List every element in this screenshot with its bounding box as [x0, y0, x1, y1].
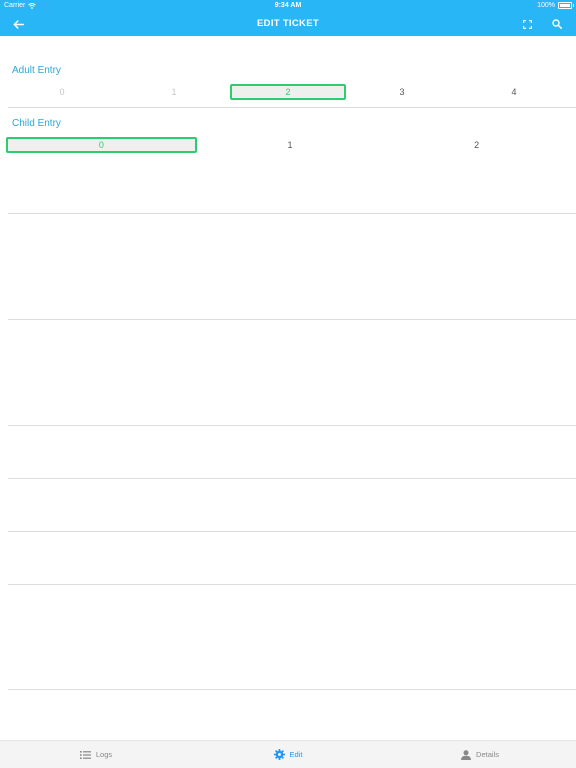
child-entry-option-1[interactable]: 1 [197, 137, 384, 153]
person-icon [461, 749, 472, 760]
battery-group: 100% [537, 2, 574, 9]
search-icon [552, 19, 562, 29]
child-entry-option-0[interactable]: 0 [6, 137, 197, 153]
tab-details[interactable]: Details [384, 741, 576, 768]
tab-edit[interactable]: Edit [192, 741, 384, 768]
adult-entry-option-0[interactable]: 0 [6, 84, 118, 100]
child-entry-label: Child Entry [12, 118, 61, 129]
fullscreen-button[interactable] [518, 15, 536, 33]
status-time: 9:34 AM [274, 2, 302, 9]
list-icon [79, 750, 91, 759]
divider [8, 478, 576, 479]
fullscreen-icon [522, 19, 532, 29]
divider [8, 213, 576, 214]
divider [8, 584, 576, 585]
adult-entry-label: Adult Entry [12, 65, 61, 76]
battery-percent: 100% [537, 2, 555, 9]
page-title: EDIT TICKET [257, 18, 319, 29]
status-bar: Carrier 9:34 AM 100% [0, 0, 576, 12]
tab-edit-label: Edit [289, 750, 303, 759]
tab-logs-label: Logs [95, 750, 113, 759]
tab-bar: Logs Edit Details [0, 740, 576, 768]
gear-icon [273, 749, 285, 760]
adult-entry-option-1[interactable]: 1 [118, 84, 230, 100]
adult-entry-option-2[interactable]: 2 [230, 84, 346, 100]
divider [8, 319, 576, 320]
adult-entry-option-4[interactable]: 4 [458, 84, 570, 100]
divider [8, 689, 576, 690]
battery-icon [558, 2, 574, 9]
divider [8, 107, 576, 108]
adult-entry-option-3[interactable]: 3 [346, 84, 458, 100]
search-button[interactable] [548, 15, 566, 33]
divider [8, 531, 576, 532]
divider [8, 425, 576, 426]
adult-entry-picker: 01234 [6, 84, 570, 100]
tab-logs[interactable]: Logs [0, 741, 192, 768]
child-entry-option-2[interactable]: 2 [383, 137, 570, 153]
tab-details-label: Details [476, 750, 499, 759]
child-entry-picker: 012 [6, 137, 570, 153]
nav-bar: EDIT TICKET [0, 12, 576, 36]
